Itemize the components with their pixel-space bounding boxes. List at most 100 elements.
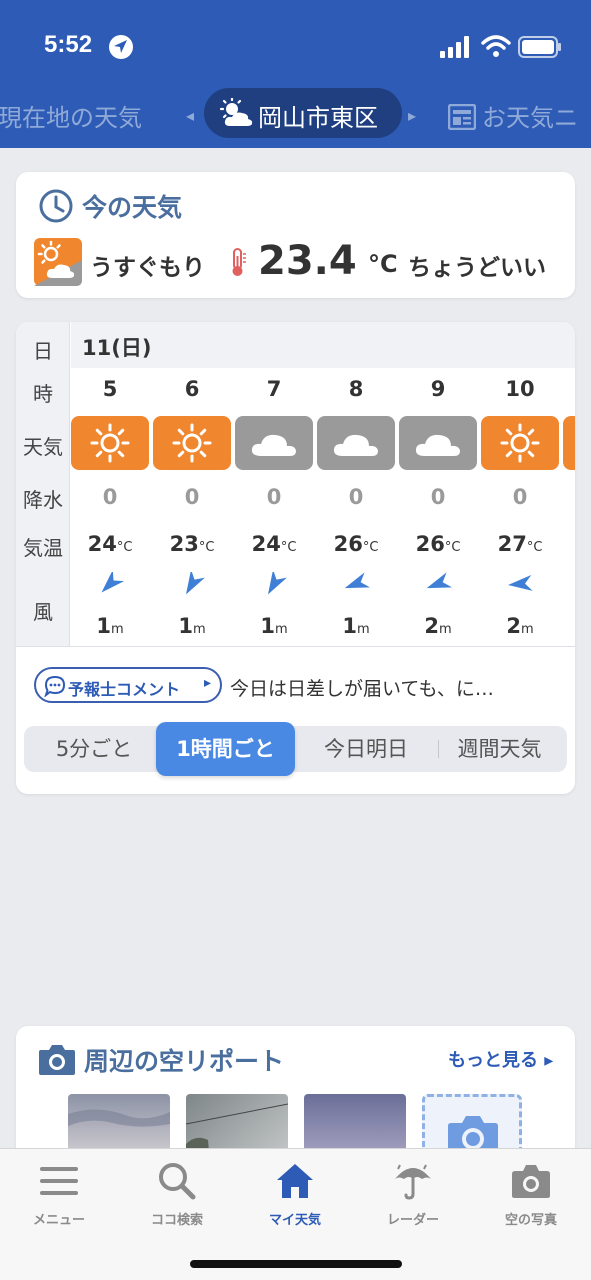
tab-weather-news-label: お天気ニ: [482, 104, 578, 132]
tab-okayama-label: 岡山市東区: [258, 104, 378, 132]
label-date: 日: [33, 339, 53, 363]
temp-value: 23°C: [169, 532, 215, 556]
segment-5min[interactable]: 5分ごと: [32, 726, 156, 772]
wind-direction-icon: [508, 574, 533, 591]
hour-column[interactable]: 7 0 24°C 1m: [235, 322, 317, 646]
tab-current-location[interactable]: 現在地の天気: [0, 98, 142, 133]
see-more-link[interactable]: もっと見る ▸: [448, 1046, 553, 1072]
precip-value: 0: [184, 485, 200, 509]
wind-direction-icon: [268, 572, 287, 595]
temp-value: 27°C: [497, 532, 543, 556]
label-hour: 時: [33, 382, 53, 406]
segment-weekly[interactable]: 週間天気: [442, 726, 557, 772]
hour-label: 7: [266, 377, 282, 401]
nav-search[interactable]: ココ検索: [118, 1161, 236, 1231]
menu-icon: [40, 1167, 78, 1195]
wind-speed-value: 1m: [178, 614, 206, 638]
segment-hourly[interactable]: 1時間ごと: [156, 722, 295, 776]
tab-prev-arrow-icon[interactable]: ◂: [186, 106, 194, 125]
newspaper-icon: [448, 104, 476, 130]
home-indicator: [190, 1260, 402, 1268]
cloudy-icon: [399, 416, 477, 470]
hour-column[interactable]: 8 0 26°C 1m: [317, 322, 399, 646]
current-weather-card[interactable]: 今の天気 うすぐもり 23.4 °C ちょうどいい: [16, 172, 575, 298]
wind-direction-icon: [426, 572, 453, 589]
next-hour-peek: [563, 416, 575, 470]
hourly-forecast-card: 日 時 天気 降水 気温 風 11(日) 5 0 24°C 1m 6 0 23°C 1m 7 0 2…: [16, 322, 575, 794]
interval-segmented-control: 5分ごと 1時間ごと 今日明日 週間天気: [24, 722, 567, 776]
precip-value: 0: [102, 485, 118, 509]
wind-direction-icon: [101, 572, 125, 593]
label-weather: 天気: [23, 435, 63, 459]
nav-my-weather[interactable]: マイ天気: [236, 1161, 354, 1231]
app-header: 5:52 現在地の天気 ◂ 岡山市東区 ▸ お天気ニ: [0, 0, 591, 148]
current-temperature: 23.4: [258, 238, 357, 284]
wind-direction-icon: [186, 572, 205, 595]
wind-speed-value: 1m: [96, 614, 124, 638]
precip-value: 0: [266, 485, 282, 509]
temp-value: 24°C: [251, 532, 297, 556]
temp-value: 26°C: [415, 532, 461, 556]
cloudy-icon: [235, 416, 313, 470]
label-temp: 気温: [23, 536, 63, 560]
cloudy-icon: [317, 416, 395, 470]
label-precip: 降水: [23, 488, 63, 512]
segment-today-tomorrow[interactable]: 今日明日: [300, 726, 432, 772]
battery-icon: [518, 36, 561, 58]
wind-speed-value: 2m: [506, 614, 534, 638]
wifi-icon: [481, 35, 511, 57]
bottom-navigation: メニュー ココ検索 マイ天気 レーダー 空の写真: [0, 1148, 591, 1280]
forecaster-comment-label: 予報士コメント: [68, 680, 181, 699]
hour-label: 5: [102, 377, 118, 401]
clock-icon: [39, 189, 73, 223]
hour-column[interactable]: 6 0 23°C 1m: [153, 322, 235, 646]
forecaster-comment-text[interactable]: 今日は日差しが届いても、に…: [230, 674, 494, 701]
tab-next-arrow-icon[interactable]: ▸: [408, 106, 416, 125]
search-icon: [159, 1163, 196, 1200]
nav-radar[interactable]: レーダー: [354, 1161, 472, 1231]
precip-value: 0: [430, 485, 446, 509]
sun-cloud-icon: [219, 98, 253, 126]
sunny-icon: [71, 416, 149, 470]
wind-speed-value: 1m: [342, 614, 370, 638]
speech-bubble-icon: [44, 675, 66, 697]
hour-column[interactable]: 5 0 24°C 1m: [71, 322, 153, 646]
precip-value: 0: [512, 485, 528, 509]
current-condition: うすぐもり: [90, 255, 205, 281]
sunny-icon: [481, 416, 559, 470]
hour-label: 8: [348, 377, 364, 401]
nav-menu[interactable]: メニュー: [0, 1161, 118, 1231]
home-icon: [277, 1164, 313, 1198]
temp-value: 26°C: [333, 532, 379, 556]
camera-icon: [512, 1165, 550, 1198]
tab-weather-news[interactable]: お天気ニ: [448, 98, 578, 133]
wind-speed-value: 1m: [260, 614, 288, 638]
current-temperature-unit: °C: [368, 250, 398, 278]
partly-cloudy-icon: [34, 238, 82, 286]
tab-okayama-higashi[interactable]: 岡山市東区: [204, 88, 402, 138]
sunny-icon: [153, 416, 231, 470]
nav-sky-photos[interactable]: 空の写真: [472, 1161, 590, 1231]
current-feeling: ちょうどいい: [408, 255, 546, 281]
camera-icon: [39, 1045, 75, 1075]
thermometer-icon: [232, 248, 246, 276]
hour-column[interactable]: 10 0 27°C 2m: [481, 322, 563, 646]
hour-column[interactable]: 9 0 26°C 2m: [399, 322, 481, 646]
precip-value: 0: [348, 485, 364, 509]
status-time: 5:52: [44, 31, 93, 58]
location-arrow-icon: [109, 35, 133, 59]
label-wind: 風: [33, 600, 53, 624]
location-tabs: 現在地の天気 ◂ 岡山市東区 ▸ お天気ニ: [0, 88, 591, 140]
forecast-row-labels: 日 時 天気 降水 気温 風: [16, 322, 70, 646]
status-bar: 5:52: [0, 0, 591, 80]
divider: [16, 646, 575, 647]
wind-direction-icon: [344, 572, 371, 589]
hour-label: 6: [184, 377, 200, 401]
chevron-right-icon: ▸: [204, 675, 212, 691]
cellular-signal-icon: [440, 36, 469, 58]
hour-label: 10: [505, 377, 535, 401]
forecaster-comment-button[interactable]: 予報士コメント ▸: [34, 667, 222, 703]
temp-value: 24°C: [87, 532, 133, 556]
hour-label: 9: [430, 377, 446, 401]
umbrella-icon: [395, 1164, 431, 1200]
